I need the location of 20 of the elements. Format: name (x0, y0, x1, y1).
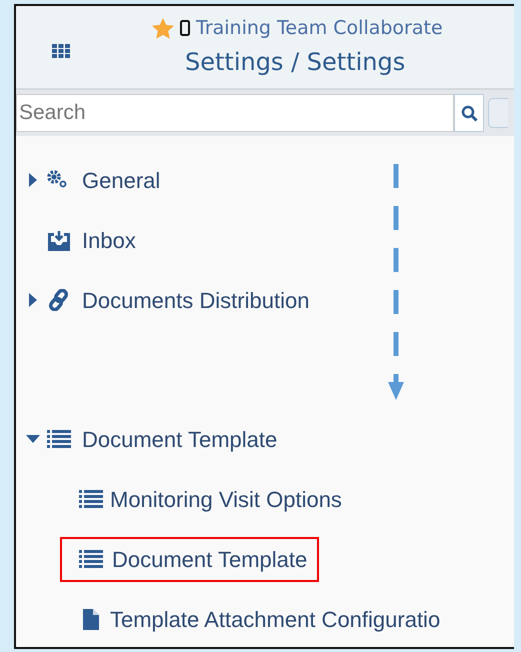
inbox-icon (46, 229, 72, 251)
search-icon[interactable] (460, 104, 478, 122)
page-title: Training Team Collaborate (196, 16, 443, 41)
caret-icon[interactable] (29, 173, 37, 187)
tree-item[interactable]: Document Template (60, 536, 320, 582)
search-field[interactable]: Search (16, 94, 454, 132)
breadcrumb-title: Settings / Settings (185, 47, 406, 78)
tree-item[interactable]: Document Template (80, 418, 288, 460)
tree-item[interactable]: Inbox (80, 220, 146, 260)
caret-icon[interactable] (26, 435, 40, 443)
tree-item[interactable]: General (80, 160, 170, 200)
tree-item[interactable]: Template Attachment Configuratio (60, 598, 450, 640)
list-icon (78, 548, 104, 570)
list-icon (46, 428, 72, 450)
tree-item[interactable]: Monitoring Visit Options (60, 478, 352, 520)
tree-item[interactable]: Documents Distribution (80, 280, 320, 320)
list-icon (78, 488, 104, 510)
search-button[interactable] (454, 94, 484, 132)
star-icon[interactable] (152, 18, 174, 39)
caret-icon[interactable] (29, 293, 37, 307)
